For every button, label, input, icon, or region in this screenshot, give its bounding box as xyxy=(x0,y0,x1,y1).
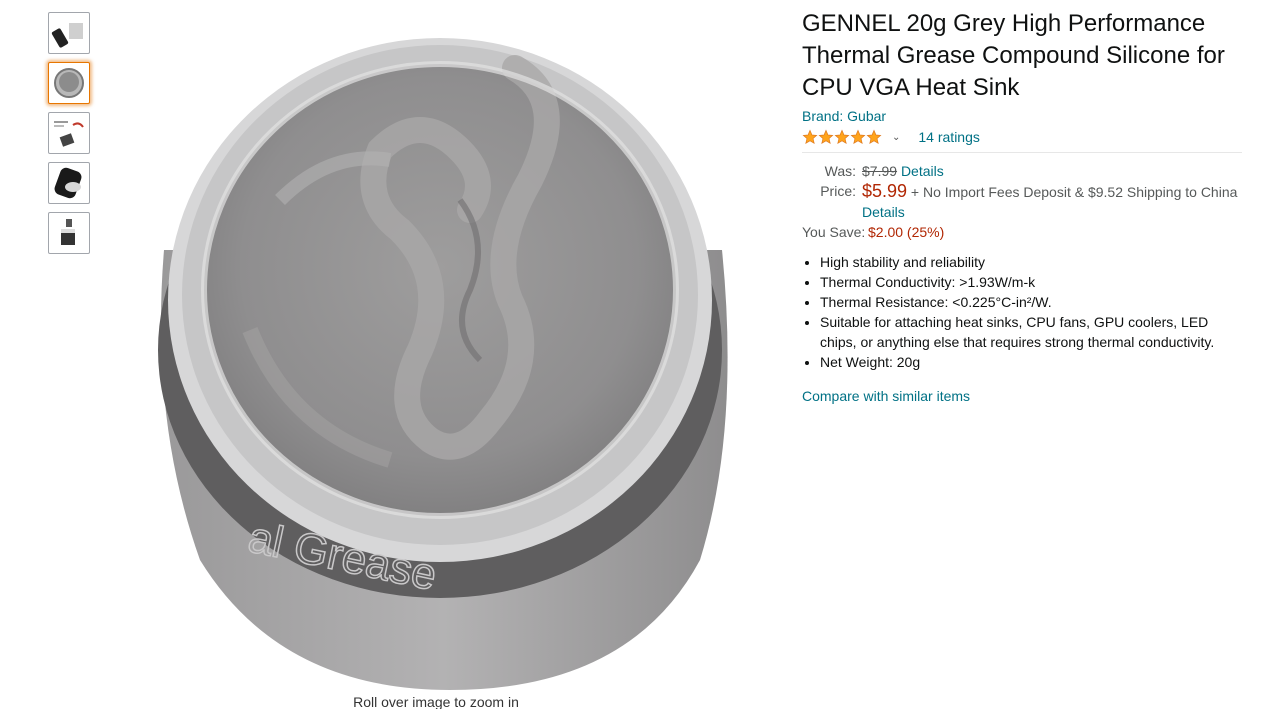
brand-link[interactable]: Brand: Gubar xyxy=(802,108,1242,124)
was-price-row: Was: $7.99 Details xyxy=(802,161,1242,181)
thumbnail-4[interactable] xyxy=(48,162,90,204)
current-price: $5.99 xyxy=(862,181,908,201)
thumbnail-2[interactable] xyxy=(48,62,90,104)
feature-bullet: High stability and reliability xyxy=(820,252,1242,272)
price-row: Price: $5.99 + No Import Fees Deposit & … xyxy=(802,181,1242,222)
zoom-hint: Roll over image to zoom in xyxy=(353,694,519,709)
thumbnail-5[interactable] xyxy=(48,212,90,254)
divider xyxy=(802,152,1242,153)
price-label: Price: xyxy=(820,183,856,199)
star-rating[interactable] xyxy=(802,129,882,145)
savings-row: You Save: $2.00 (25%) xyxy=(802,222,1242,242)
star-icon xyxy=(818,129,834,144)
grease-jar-illustration: al Grease xyxy=(158,38,728,690)
feature-bullets: High stability and reliability Thermal C… xyxy=(802,252,1242,372)
feature-bullet: Thermal Conductivity: >1.93W/m-k xyxy=(820,272,1242,292)
jar-black-thumbnail-image xyxy=(54,167,82,199)
feature-bullet: Net Weight: 20g xyxy=(820,352,1242,372)
shipping-details-link[interactable]: Details xyxy=(862,204,905,220)
product-title: GENNEL 20g Grey High Performance Thermal… xyxy=(802,10,1225,101)
was-label: Was: xyxy=(824,163,856,179)
diagram-thumbnail-image xyxy=(54,121,84,147)
star-icon xyxy=(802,129,818,144)
feature-bullet: Suitable for attaching heat sinks, CPU f… xyxy=(820,312,1242,352)
thumbnail-3[interactable] xyxy=(48,112,90,154)
was-price: $7.99 xyxy=(862,163,898,179)
main-product-image[interactable]: al Grease xyxy=(130,0,750,690)
jar-top-thumbnail-image xyxy=(54,68,84,98)
thumbnail-1[interactable] xyxy=(48,12,90,54)
product-info: GENNEL 20g Grey High Performance Thermal… xyxy=(802,8,1242,404)
jar-side-thumbnail-image xyxy=(51,23,83,48)
savings-value: $2.00 (25%) xyxy=(868,224,945,240)
star-icon xyxy=(834,129,850,144)
star-icon xyxy=(850,129,866,144)
savings-label: You Save: xyxy=(802,224,866,240)
compare-similar-link[interactable]: Compare with similar items xyxy=(802,388,1242,404)
shipping-text: + No Import Fees Deposit & $9.52 Shippin… xyxy=(907,184,1238,200)
star-icon xyxy=(866,129,882,144)
ratings-count-link[interactable]: 14 ratings xyxy=(918,129,979,145)
jar-small-thumbnail-image xyxy=(61,219,75,245)
rating-row: ⌄ 14 ratings xyxy=(802,126,1242,148)
thumbnail-strip xyxy=(48,12,90,262)
chevron-down-icon[interactable]: ⌄ xyxy=(892,132,900,143)
was-details-link[interactable]: Details xyxy=(901,163,944,179)
feature-bullet: Thermal Resistance: <0.225°C-in²/W. xyxy=(820,292,1242,312)
price-block: Was: $7.99 Details Price: $5.99 + No Imp… xyxy=(802,161,1242,242)
